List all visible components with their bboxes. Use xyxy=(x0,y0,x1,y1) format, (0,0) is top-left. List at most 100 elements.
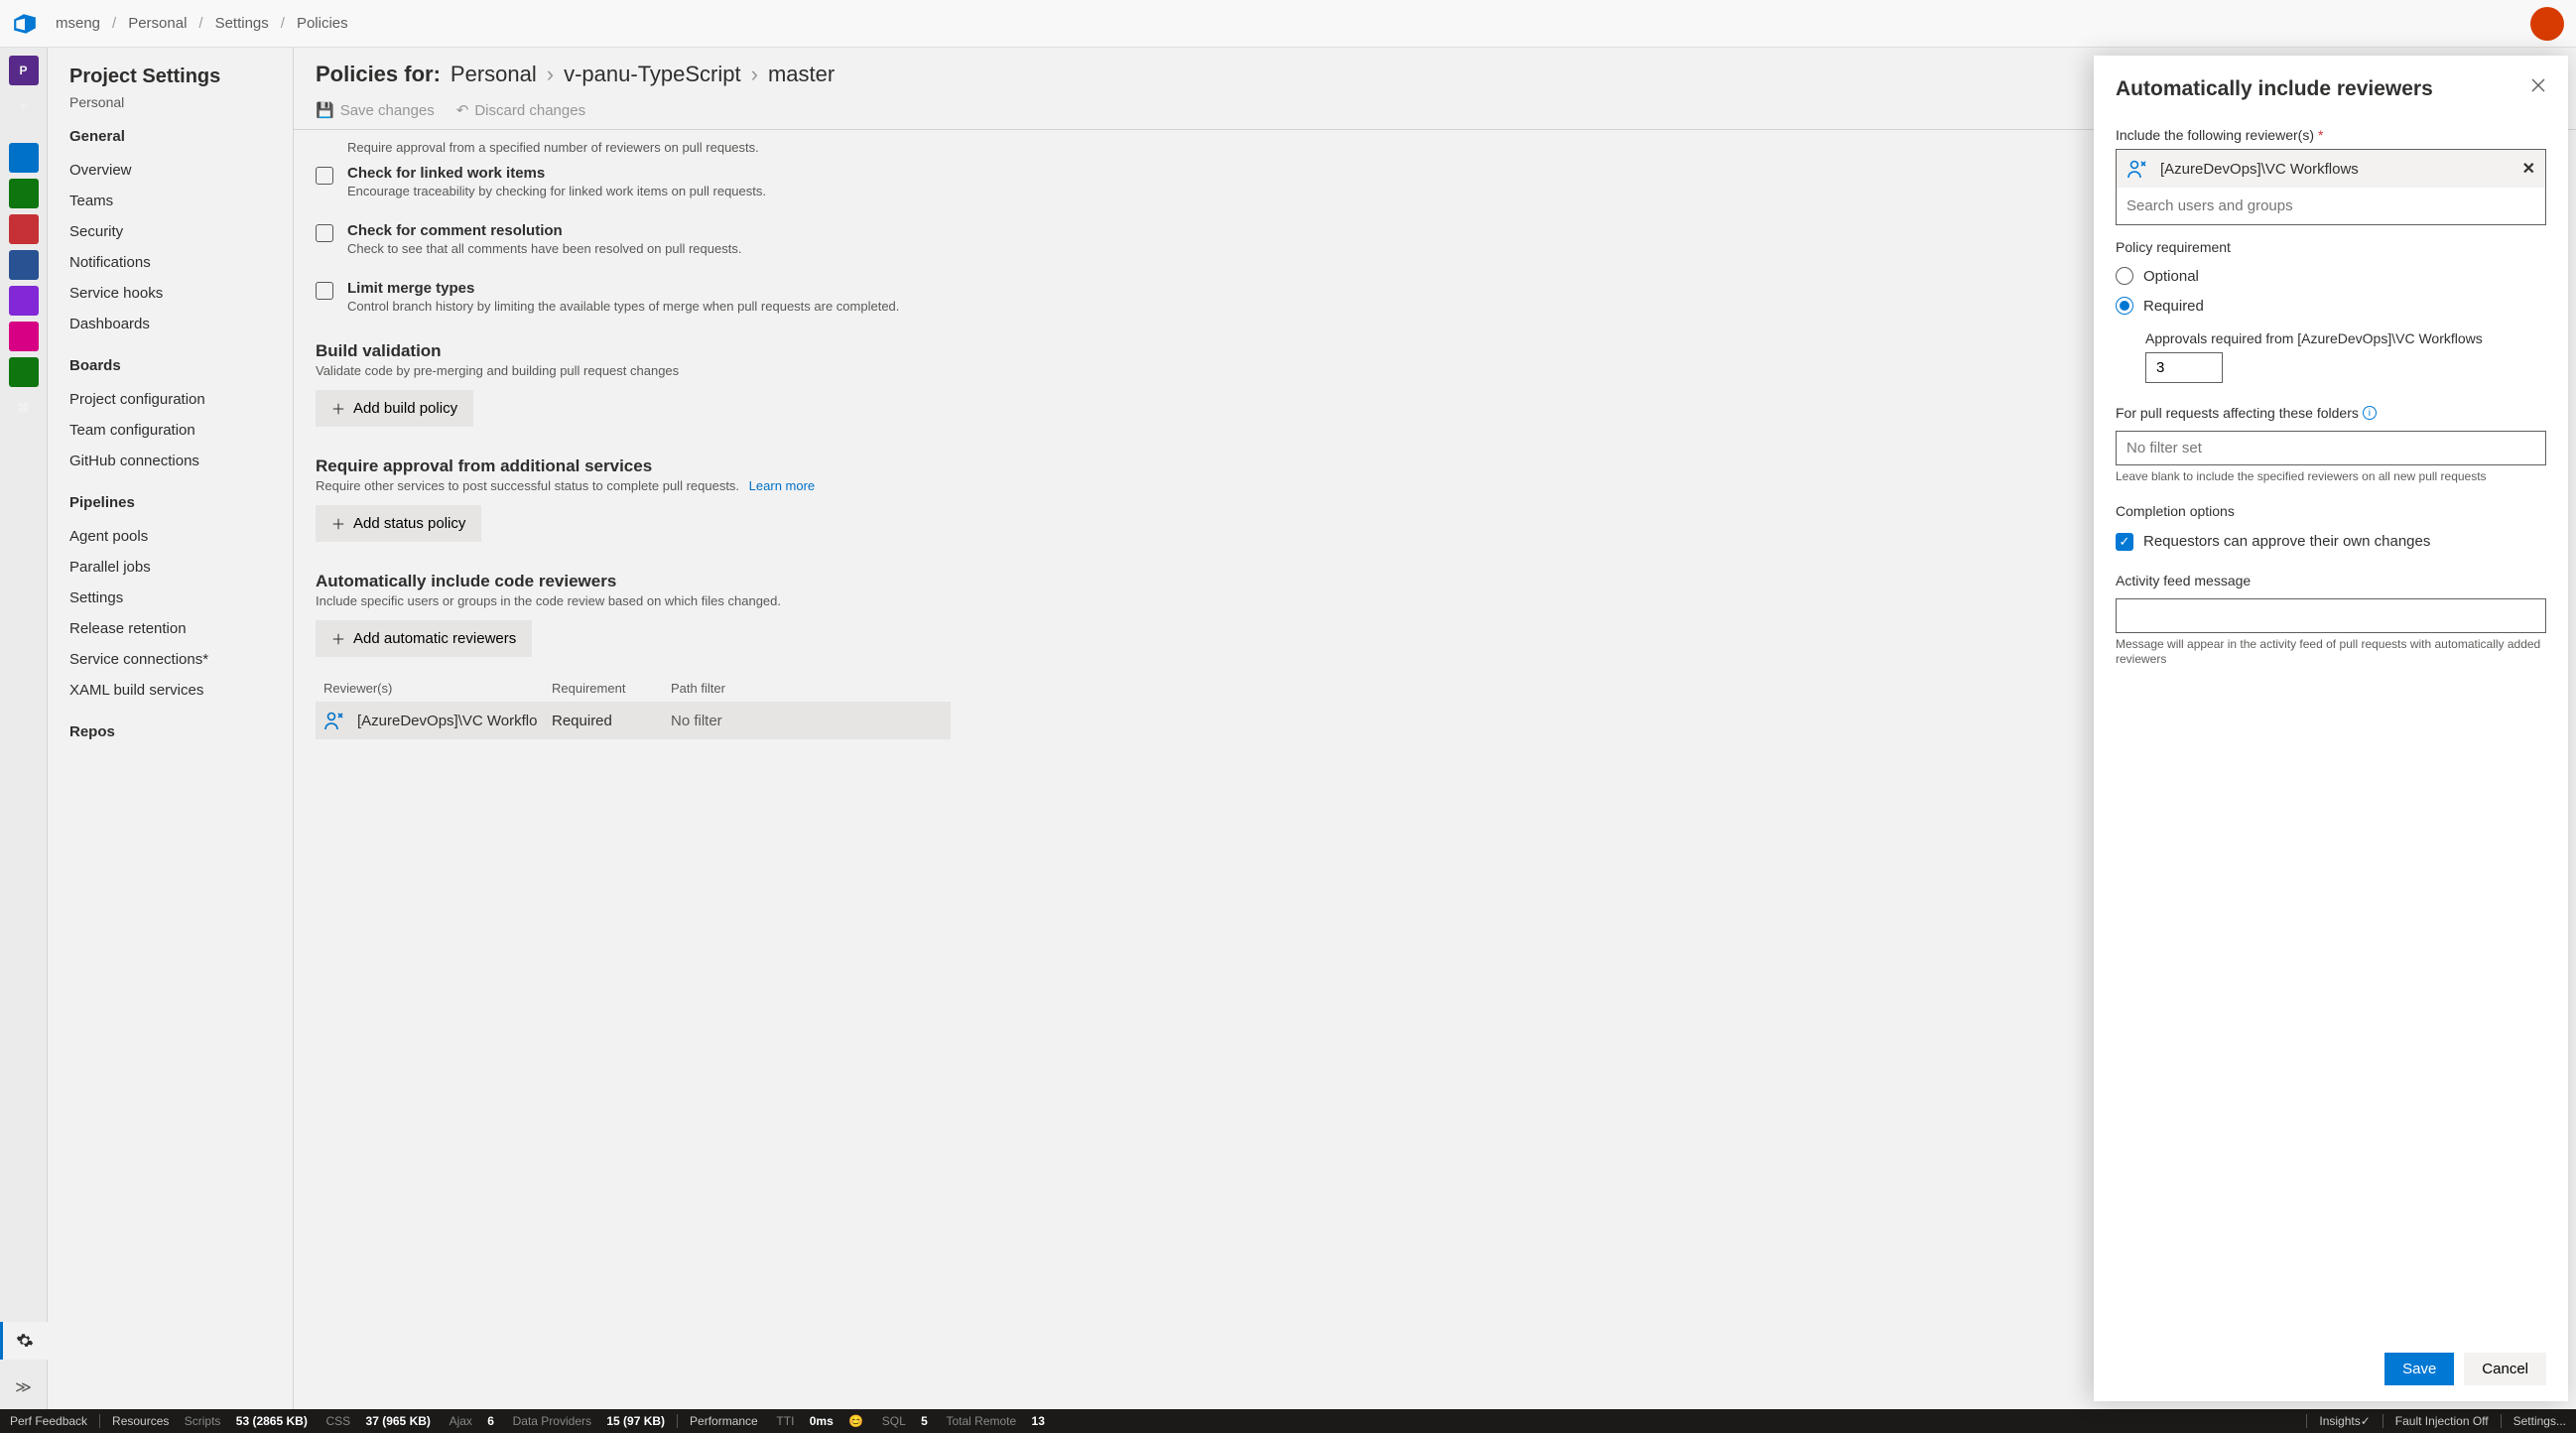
radio-required[interactable]: Required xyxy=(2116,297,2546,315)
status-bar: Perf Feedback Resources Scripts 53 (2865… xyxy=(0,1409,2576,1433)
discard-changes-label: Discard changes xyxy=(474,102,585,119)
sql-label: SQL xyxy=(882,1414,906,1428)
nav-item-release-retention[interactable]: Release retention xyxy=(69,613,293,644)
close-icon xyxy=(2530,77,2546,93)
discard-changes-button[interactable]: ↶ Discard changes xyxy=(456,101,585,119)
remove-reviewer-button[interactable]: ✕ xyxy=(2522,159,2535,179)
requestors-approve-label: Requestors can approve their own changes xyxy=(2143,533,2430,550)
policies-crumb-branch[interactable]: master xyxy=(768,62,835,87)
reviewer-search-input[interactable] xyxy=(2117,188,2545,224)
nav-item-dashboards[interactable]: Dashboards xyxy=(69,309,293,339)
folder-filter-input[interactable] xyxy=(2116,431,2546,465)
user-avatar[interactable] xyxy=(2530,7,2564,41)
nav-item-teams[interactable]: Teams xyxy=(69,186,293,216)
policies-crumb-repo[interactable]: v-panu-TypeScript xyxy=(564,62,741,87)
add-build-policy-label: Add build policy xyxy=(353,400,457,417)
add-status-policy-button[interactable]: Add status policy xyxy=(316,505,481,542)
statusbar-settings-link[interactable]: Settings... xyxy=(2513,1414,2566,1428)
close-flyout-button[interactable] xyxy=(2530,77,2546,93)
project-tile-icon[interactable]: P xyxy=(9,56,39,85)
perf-feedback-link[interactable]: Perf Feedback xyxy=(10,1414,87,1428)
css-label: CSS xyxy=(326,1414,351,1428)
insights-link[interactable]: Insights✓ xyxy=(2319,1414,2370,1428)
breadcrumb-sep-icon: / xyxy=(281,15,285,32)
nav-pipelines-icon[interactable] xyxy=(9,250,39,280)
nav-other-icon[interactable]: ⌘ xyxy=(9,393,39,423)
nav-item-xaml[interactable]: XAML build services xyxy=(69,675,293,706)
breadcrumb: mseng / Personal / Settings / Policies xyxy=(56,15,348,32)
nav-boards-icon[interactable] xyxy=(9,179,39,208)
dataproviders-value: 15 (97 KB) xyxy=(606,1414,665,1428)
fault-injection-link[interactable]: Fault Injection Off xyxy=(2395,1414,2489,1428)
nav-item-overview[interactable]: Overview xyxy=(69,155,293,186)
flyout-cancel-button[interactable]: Cancel xyxy=(2464,1353,2546,1385)
remote-value: 13 xyxy=(1032,1414,1045,1428)
breadcrumb-sep-icon: / xyxy=(112,15,116,32)
performance-label[interactable]: Performance xyxy=(690,1414,758,1428)
nav-compliance-icon[interactable] xyxy=(9,357,39,387)
resources-label[interactable]: Resources xyxy=(112,1414,169,1428)
activity-feed-input[interactable] xyxy=(2116,598,2546,633)
nav-item-settings[interactable]: Settings xyxy=(69,583,293,613)
add-build-policy-button[interactable]: Add build policy xyxy=(316,390,473,427)
nav-item-security[interactable]: Security xyxy=(69,216,293,247)
tti-value: 0ms xyxy=(810,1414,834,1428)
sidepanel-section-pipelines: Pipelines xyxy=(69,494,293,511)
nav-item-project-config[interactable]: Project configuration xyxy=(69,384,293,415)
requestors-approve-checkbox[interactable]: ✓ Requestors can approve their own chang… xyxy=(2116,533,2546,551)
col-requirement: Requirement xyxy=(552,681,671,696)
reviewer-name: [AzureDevOps]\VC Workflo xyxy=(357,713,537,729)
nav-item-service-hooks[interactable]: Service hooks xyxy=(69,278,293,309)
policies-crumb-project[interactable]: Personal xyxy=(451,62,537,87)
checkbox-comment-resolution[interactable] xyxy=(316,224,333,242)
nav-item-parallel-jobs[interactable]: Parallel jobs xyxy=(69,552,293,583)
radio-required-label: Required xyxy=(2143,298,2204,315)
breadcrumb-project[interactable]: Personal xyxy=(128,15,187,32)
checkbox-limit-merge[interactable] xyxy=(316,282,333,300)
top-bar: mseng / Personal / Settings / Policies xyxy=(0,0,2576,48)
tti-label: TTI xyxy=(776,1414,794,1428)
info-icon[interactable]: i xyxy=(2363,406,2377,420)
add-project-icon[interactable]: + xyxy=(9,91,39,121)
reviewers-field-label: Include the following reviewer(s)* xyxy=(2116,127,2546,143)
learn-more-link[interactable]: Learn more xyxy=(749,478,815,493)
policy-title: Check for comment resolution xyxy=(347,222,741,239)
approvals-count-input[interactable] xyxy=(2145,352,2223,383)
policy-title: Limit merge types xyxy=(347,280,899,297)
reviewer-table-row[interactable]: [AzureDevOps]\VC Workflo Required No fil… xyxy=(316,702,951,739)
nav-item-service-connections[interactable]: Service connections* xyxy=(69,644,293,675)
plus-icon xyxy=(331,402,345,416)
nav-overview-icon[interactable] xyxy=(9,143,39,173)
expand-leftbar-icon[interactable]: ≫ xyxy=(15,1366,32,1409)
radio-optional[interactable]: Optional xyxy=(2116,267,2546,285)
checkbox-linked-work-items[interactable] xyxy=(316,167,333,185)
add-auto-reviewers-label: Add automatic reviewers xyxy=(353,630,516,647)
chevron-right-icon: › xyxy=(751,62,758,87)
save-changes-button[interactable]: 💾 Save changes xyxy=(316,101,435,119)
breadcrumb-section[interactable]: Settings xyxy=(215,15,269,32)
settings-gear-icon[interactable] xyxy=(0,1322,48,1360)
flyout-save-button[interactable]: Save xyxy=(2384,1353,2454,1385)
breadcrumb-org[interactable]: mseng xyxy=(56,15,100,32)
nav-artifacts-icon[interactable] xyxy=(9,322,39,351)
nav-repos-icon[interactable] xyxy=(9,214,39,244)
nav-testplans-icon[interactable] xyxy=(9,286,39,316)
sidepanel-section-boards: Boards xyxy=(69,357,293,374)
nav-item-team-config[interactable]: Team configuration xyxy=(69,415,293,446)
nav-item-github[interactable]: GitHub connections xyxy=(69,446,293,476)
project-settings-sidepanel: Project Settings Personal General Overvi… xyxy=(48,48,294,1409)
reviewer-filter: No filter xyxy=(671,713,943,729)
breadcrumb-page[interactable]: Policies xyxy=(297,15,348,32)
nav-item-agent-pools[interactable]: Agent pools xyxy=(69,521,293,552)
add-auto-reviewers-button[interactable]: Add automatic reviewers xyxy=(316,620,532,657)
sql-value: 5 xyxy=(921,1414,928,1428)
col-reviewers: Reviewer(s) xyxy=(323,681,552,696)
sidepanel-section-repos: Repos xyxy=(69,723,293,740)
radio-optional-label: Optional xyxy=(2143,268,2199,285)
reviewer-requirement: Required xyxy=(552,713,671,729)
group-icon xyxy=(323,710,349,731)
nav-item-notifications[interactable]: Notifications xyxy=(69,247,293,278)
sidepanel-subtitle: Personal xyxy=(69,94,293,110)
css-value: 37 (965 KB) xyxy=(366,1414,431,1428)
chevron-right-icon: › xyxy=(547,62,554,87)
